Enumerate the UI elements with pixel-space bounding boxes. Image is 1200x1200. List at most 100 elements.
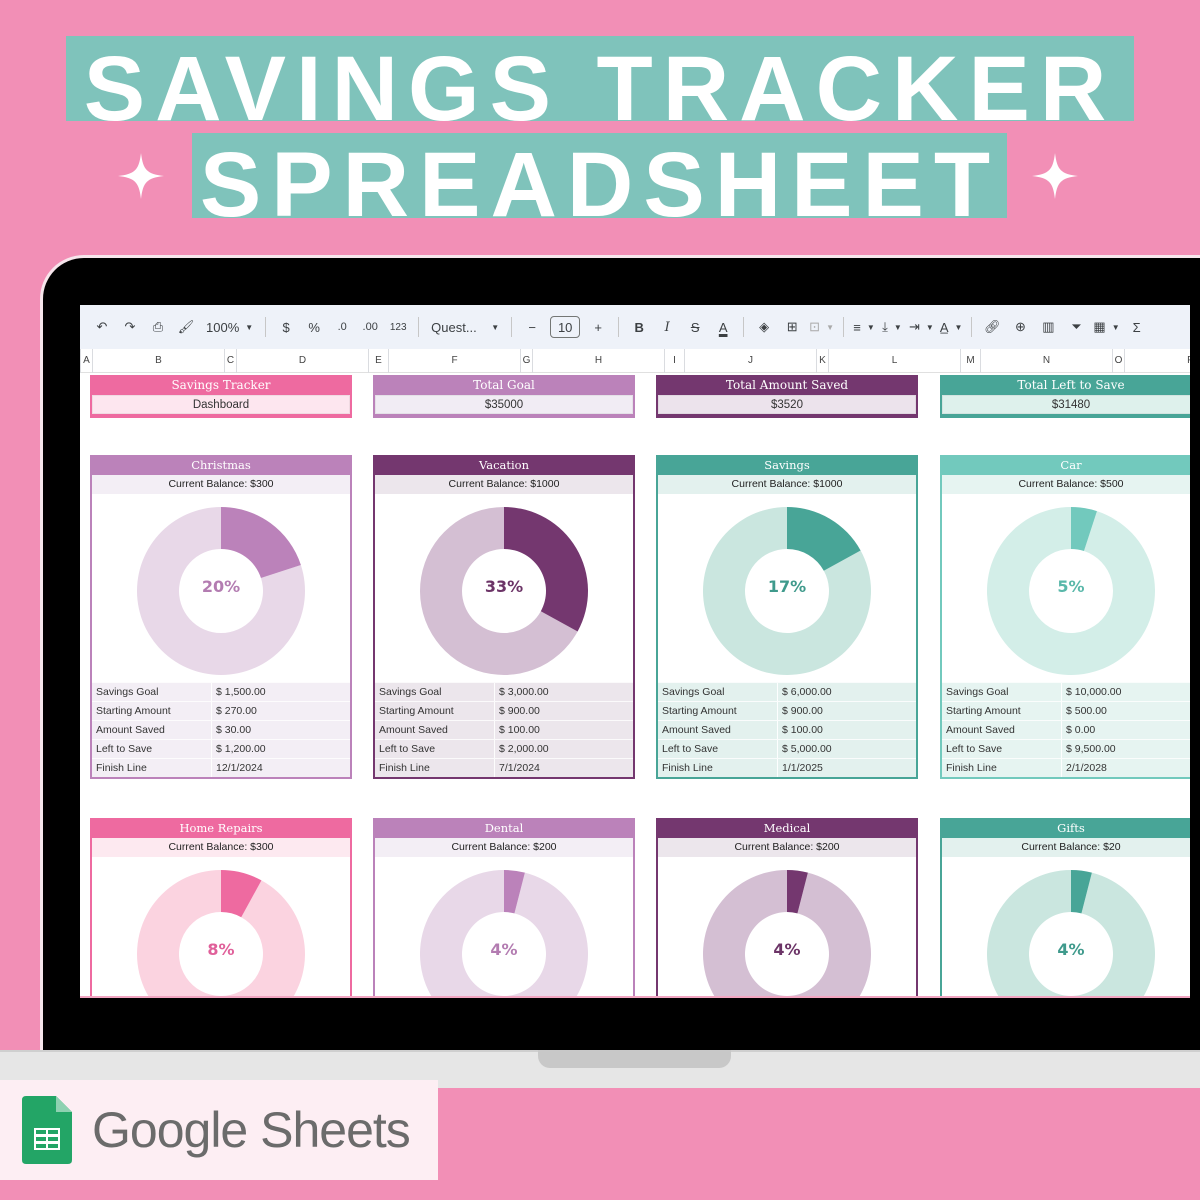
detail-value[interactable]: 12/1/2024 (212, 759, 263, 777)
detail-value[interactable]: $ 9,500.00 (1062, 740, 1116, 758)
toolbar-divider (418, 317, 420, 337)
font-size-decrease-button[interactable]: − (518, 313, 546, 341)
redo-icon[interactable]: ↷ (116, 313, 144, 341)
detail-value[interactable]: $ 1,200.00 (212, 740, 266, 758)
undo-icon[interactable]: ↶ (88, 313, 116, 341)
toolbar-divider (743, 317, 745, 337)
column-header-l[interactable]: L (828, 349, 960, 373)
detail-row: Starting Amount $ 900.00 (375, 701, 633, 720)
number-format-button[interactable]: 123 (384, 313, 412, 341)
google-sheets-badge: Google Sheets (0, 1080, 438, 1180)
toolbar: ↶ ↷ ⎙ 🖌︎ 100% ▼ $ % .0 .00 123 Quest... ▼ … (80, 305, 1190, 349)
text-color-button[interactable]: A (709, 313, 737, 341)
font-size-input[interactable]: 10 (550, 316, 581, 338)
summary-value[interactable]: $35000 (375, 395, 633, 414)
card-details: Savings Goal $ 3,000.00 Starting Amount $ 9… (375, 682, 633, 777)
detail-row: Starting Amount $ 500.00 (942, 701, 1190, 720)
strikethrough-button[interactable]: S (681, 313, 709, 341)
savings-card: Savings Current Balance: $1000 17% Savings … (656, 455, 918, 779)
summary-value[interactable]: $3520 (658, 395, 916, 414)
detail-value[interactable]: 7/1/2024 (495, 759, 540, 777)
italic-button[interactable]: I (653, 313, 681, 341)
borders-icon[interactable]: ⊞ (778, 313, 806, 341)
detail-value[interactable]: $ 270.00 (212, 702, 257, 720)
increase-decimal-button[interactable]: .00 (356, 313, 384, 341)
fill-color-icon[interactable]: ◈ (750, 313, 778, 341)
column-header-a[interactable]: A (80, 349, 92, 373)
detail-value[interactable]: $ 900.00 (778, 702, 823, 720)
savings-card: Gifts Current Balance: $20 4% (940, 818, 1190, 996)
font-size-increase-button[interactable]: + (584, 313, 612, 341)
donut-svg (987, 870, 1155, 996)
column-header-p[interactable]: P (1124, 349, 1190, 373)
zoom-select[interactable]: 100% ▼ (200, 313, 259, 341)
text-rotation-icon[interactable]: A̲ ▼ (937, 313, 966, 341)
filter-views-icon[interactable]: ▦ ▼ (1090, 313, 1122, 341)
comment-icon[interactable]: ⊕ (1006, 313, 1034, 341)
functions-button[interactable]: Σ (1123, 313, 1151, 341)
horizontal-align-icon[interactable]: ≡ ▼ (850, 313, 878, 341)
detail-value[interactable]: $ 500.00 (1062, 702, 1107, 720)
toolbar-divider (971, 317, 973, 337)
progress-donut-chart: 4% (375, 857, 633, 996)
paint-format-icon[interactable]: 🖌︎ (172, 313, 200, 341)
detail-row: Starting Amount $ 900.00 (658, 701, 916, 720)
merge-cells-icon[interactable]: ⊡ ▼ (806, 313, 837, 341)
detail-label: Left to Save (375, 740, 495, 758)
column-header-e[interactable]: E (368, 349, 388, 373)
column-header-c[interactable]: C (224, 349, 236, 373)
detail-value[interactable]: $ 100.00 (495, 721, 540, 739)
column-header-m[interactable]: M (960, 349, 980, 373)
link-icon[interactable]: 🔗︎ (978, 313, 1006, 341)
column-header-k[interactable]: K (816, 349, 828, 373)
column-header-g[interactable]: G (520, 349, 532, 373)
print-icon[interactable]: ⎙ (144, 313, 172, 341)
decrease-decimal-button[interactable]: .0 (328, 313, 356, 341)
chart-icon[interactable]: ▥ (1034, 313, 1062, 341)
detail-value[interactable]: $ 10,000.00 (1062, 683, 1121, 701)
bold-button[interactable]: B (625, 313, 653, 341)
detail-label: Savings Goal (942, 683, 1062, 701)
progress-percent: 17% (767, 577, 807, 596)
detail-value[interactable]: $ 900.00 (495, 702, 540, 720)
summary-value[interactable]: $31480 (942, 395, 1190, 414)
card-title: Savings (764, 458, 810, 472)
column-header-b[interactable]: B (92, 349, 224, 373)
progress-donut-chart: 4% (942, 857, 1190, 996)
card-details: Savings Goal $ 10,000.00 Starting Amount $ … (942, 682, 1190, 777)
column-header-n[interactable]: N (980, 349, 1112, 373)
column-header-d[interactable]: D (236, 349, 368, 373)
detail-value[interactable]: $ 6,000.00 (778, 683, 832, 701)
detail-value[interactable]: $ 100.00 (778, 721, 823, 739)
detail-label: Amount Saved (92, 721, 212, 739)
progress-donut-chart: 33% (375, 494, 633, 682)
detail-value[interactable]: $ 5,000.00 (778, 740, 832, 758)
column-header-o[interactable]: O (1112, 349, 1124, 373)
detail-label: Starting Amount (942, 702, 1062, 720)
filter-icon[interactable]: ⏷ (1062, 313, 1090, 341)
progress-donut-chart: 4% (658, 857, 916, 996)
card-title: Dental (484, 821, 524, 835)
column-header-f[interactable]: F (388, 349, 520, 373)
detail-value[interactable]: $ 2,000.00 (495, 740, 549, 758)
currency-format-button[interactable]: $ (272, 313, 300, 341)
detail-value[interactable]: $ 0.00 (1062, 721, 1095, 739)
percent-format-button[interactable]: % (300, 313, 328, 341)
summary-value[interactable]: Dashboard (92, 395, 350, 414)
detail-value[interactable]: 1/1/2025 (778, 759, 823, 777)
detail-value[interactable]: 2/1/2028 (1062, 759, 1107, 777)
detail-label: Finish Line (942, 759, 1062, 777)
card-title: Car (1060, 458, 1082, 472)
column-header-h[interactable]: H (532, 349, 664, 373)
detail-label: Finish Line (92, 759, 212, 777)
detail-value[interactable]: $ 1,500.00 (212, 683, 266, 701)
detail-value[interactable]: $ 30.00 (212, 721, 251, 739)
text-wrap-icon[interactable]: ⇥ ▼ (906, 313, 937, 341)
sparkle-icon (118, 153, 164, 199)
detail-value[interactable]: $ 3,000.00 (495, 683, 549, 701)
column-header-j[interactable]: J (684, 349, 816, 373)
vertical-align-icon[interactable]: ⤓ ▼ (878, 313, 906, 341)
font-select[interactable]: Quest... ▼ (425, 313, 505, 341)
column-header-i[interactable]: I (664, 349, 684, 373)
current-balance: Current Balance: $1000 (375, 475, 633, 494)
